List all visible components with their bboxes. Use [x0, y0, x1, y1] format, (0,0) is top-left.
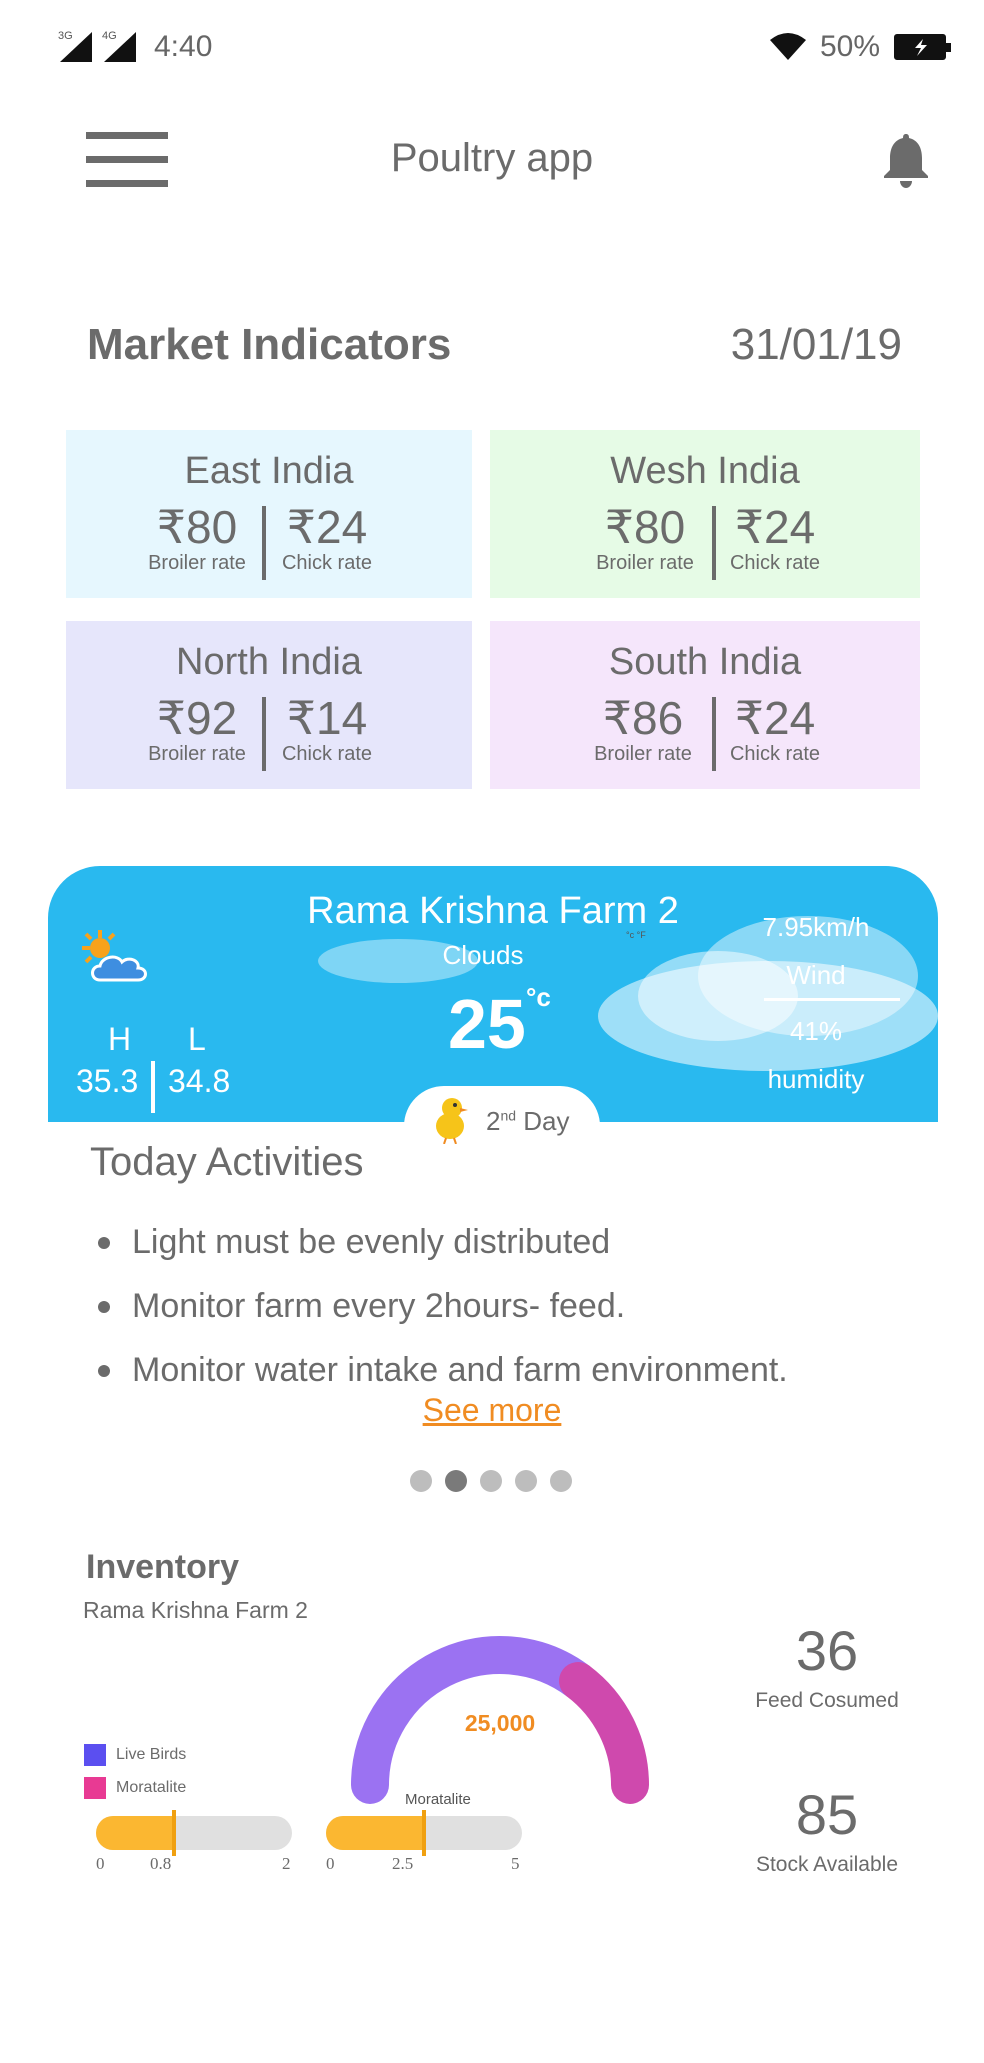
current-temperature: 25 [448, 985, 526, 1063]
legend-swatch [84, 1743, 106, 1766]
region-rates: ₹80 Broiler rate ₹24 Chick rate [490, 502, 920, 582]
region-card-south[interactable]: South India ₹86 Broiler rate ₹24 Chick r… [490, 621, 920, 789]
battery-percent: 50% [819, 30, 880, 63]
progress-marker [172, 1810, 176, 1856]
low-label: L [188, 1021, 206, 1057]
gauge-value: 25,000 [464, 1710, 536, 1736]
temperature-unit: °c [526, 982, 551, 1012]
weather-card[interactable]: H L 35.3 34.8 Rama Krishna Farm 2 Clouds… [48, 866, 938, 1122]
stock-available-value: 85 [795, 1783, 859, 1846]
page-dot[interactable] [480, 1470, 502, 1492]
progress-bar-live-birds [96, 1810, 292, 1856]
feed-consumed-stat: 36 Feed Cosumed [722, 1618, 932, 1713]
page-dot-active[interactable] [445, 1470, 467, 1492]
broiler-rate: ₹80 Broiler rate [148, 501, 246, 574]
partly-cloudy-icon [82, 930, 147, 982]
status-bar: 3G 4G 4:40 50% [0, 0, 984, 100]
bar1-min: 0 [96, 1854, 105, 1873]
high-label: H [108, 1021, 132, 1057]
feed-consumed-label: Feed Cosumed [755, 1689, 899, 1712]
chick-rate: ₹24 Chick rate [281, 501, 373, 574]
app-title: Poultry app [390, 136, 594, 180]
day-counter: 2nd Day [404, 1086, 600, 1158]
region-card-west[interactable]: Wesh India ₹80 Broiler rate ₹24 Chick ra… [490, 430, 920, 598]
inventory-title: Inventory [86, 1548, 240, 1586]
bar2-label: Moratalite [405, 1791, 471, 1808]
region-name: South India [608, 641, 802, 683]
region-name: East India [184, 450, 354, 492]
broiler-rate: ₹92 Broiler rate [148, 692, 246, 765]
status-bar-left: 3G 4G 4:40 [58, 30, 212, 64]
region-card-east[interactable]: East India ₹80 Broiler rate ₹24 Chick ra… [66, 430, 472, 598]
wind-label: Wind [786, 960, 846, 990]
high-low-divider [151, 1061, 155, 1113]
chick-rate: ₹24 Chick rate [729, 501, 821, 574]
bar2-max: 5 [511, 1854, 520, 1873]
broiler-rate: ₹86 Broiler rate [594, 692, 692, 765]
region-rates: ₹80 Broiler rate ₹24 Chick rate [66, 502, 472, 582]
feed-consumed-value: 36 [795, 1619, 859, 1682]
bell-icon[interactable] [880, 130, 932, 190]
weather-farm-name: Rama Krishna Farm 2 [307, 890, 679, 932]
progress-bar-moratalite [326, 1810, 522, 1856]
page-dot[interactable] [410, 1470, 432, 1492]
high-low-temps: H L 35.3 34.8 [76, 1021, 246, 1113]
wind-speed: 7.95km/h [762, 912, 870, 942]
market-indicators-header: Market Indicators 31/01/19 [87, 320, 902, 380]
see-more-link[interactable]: See more [0, 1392, 984, 1429]
chick-icon [436, 1098, 468, 1144]
region-name: North India [176, 641, 362, 683]
inventory-farm-name: Rama Krishna Farm 2 [83, 1597, 308, 1623]
humidity-value: 41% [789, 1016, 843, 1046]
activities-list: Light must be evenly distributed Monitor… [98, 1220, 918, 1412]
region-rates: ₹86 Broiler rate ₹24 Chick rate [490, 693, 920, 773]
weather-divider [764, 998, 900, 1001]
progress-fill [326, 1816, 424, 1850]
humidity-label: humidity [767, 1064, 865, 1094]
signal-3g-icon: 3G [58, 30, 92, 64]
app-bar: Poultry app [0, 118, 984, 208]
wifi-icon [769, 33, 806, 60]
bar1-marker-value: 0.8 [150, 1854, 172, 1873]
bar2-min: 0 [326, 1854, 335, 1873]
page-dot[interactable] [550, 1470, 572, 1492]
region-rates: ₹92 Broiler rate ₹14 Chick rate [66, 693, 472, 773]
signal-4g-icon: 4G [102, 30, 136, 64]
unit-toggle[interactable]: °c °F [626, 930, 646, 940]
progress-marker [422, 1810, 426, 1856]
list-item: Monitor farm every 2hours- feed. [98, 1284, 918, 1348]
chick-rate: ₹14 Chick rate [281, 692, 373, 765]
broiler-rate: ₹80 Broiler rate [596, 501, 694, 574]
bar2-marker-value: 2.5 [392, 1854, 414, 1873]
status-time: 4:40 [154, 30, 213, 63]
today-activities-title: Today Activities [90, 1140, 364, 1184]
inventory-legend: Live Birds Moratalite [84, 1738, 186, 1804]
legend-item-moratalite: Moratalite [84, 1771, 186, 1804]
region-card-north[interactable]: North India ₹92 Broiler rate ₹14 Chick r… [66, 621, 472, 789]
stock-available-label: Stock Available [755, 1853, 899, 1876]
page-indicator [410, 1470, 572, 1492]
progress-fill [96, 1816, 174, 1850]
chick-rate: ₹24 Chick rate [729, 692, 821, 765]
bar1-max: 2 [282, 1854, 291, 1873]
stock-available-stat: 85 Stock Available [722, 1782, 932, 1877]
high-value: 35.3 [76, 1063, 139, 1099]
low-value: 34.8 [168, 1063, 231, 1099]
page-dot[interactable] [515, 1470, 537, 1492]
list-item: Light must be evenly distributed [98, 1220, 918, 1284]
battery-icon [894, 34, 951, 60]
market-indicators-title: Market Indicators [87, 320, 452, 369]
market-date: 31/01/19 [730, 320, 902, 369]
legend-item-live-birds: Live Birds [84, 1738, 186, 1771]
day-text: 2nd Day [486, 1106, 570, 1136]
status-bar-right: 50% [769, 30, 951, 64]
weather-condition: Clouds [442, 940, 524, 970]
region-name: Wesh India [610, 450, 800, 492]
legend-swatch [84, 1776, 106, 1799]
